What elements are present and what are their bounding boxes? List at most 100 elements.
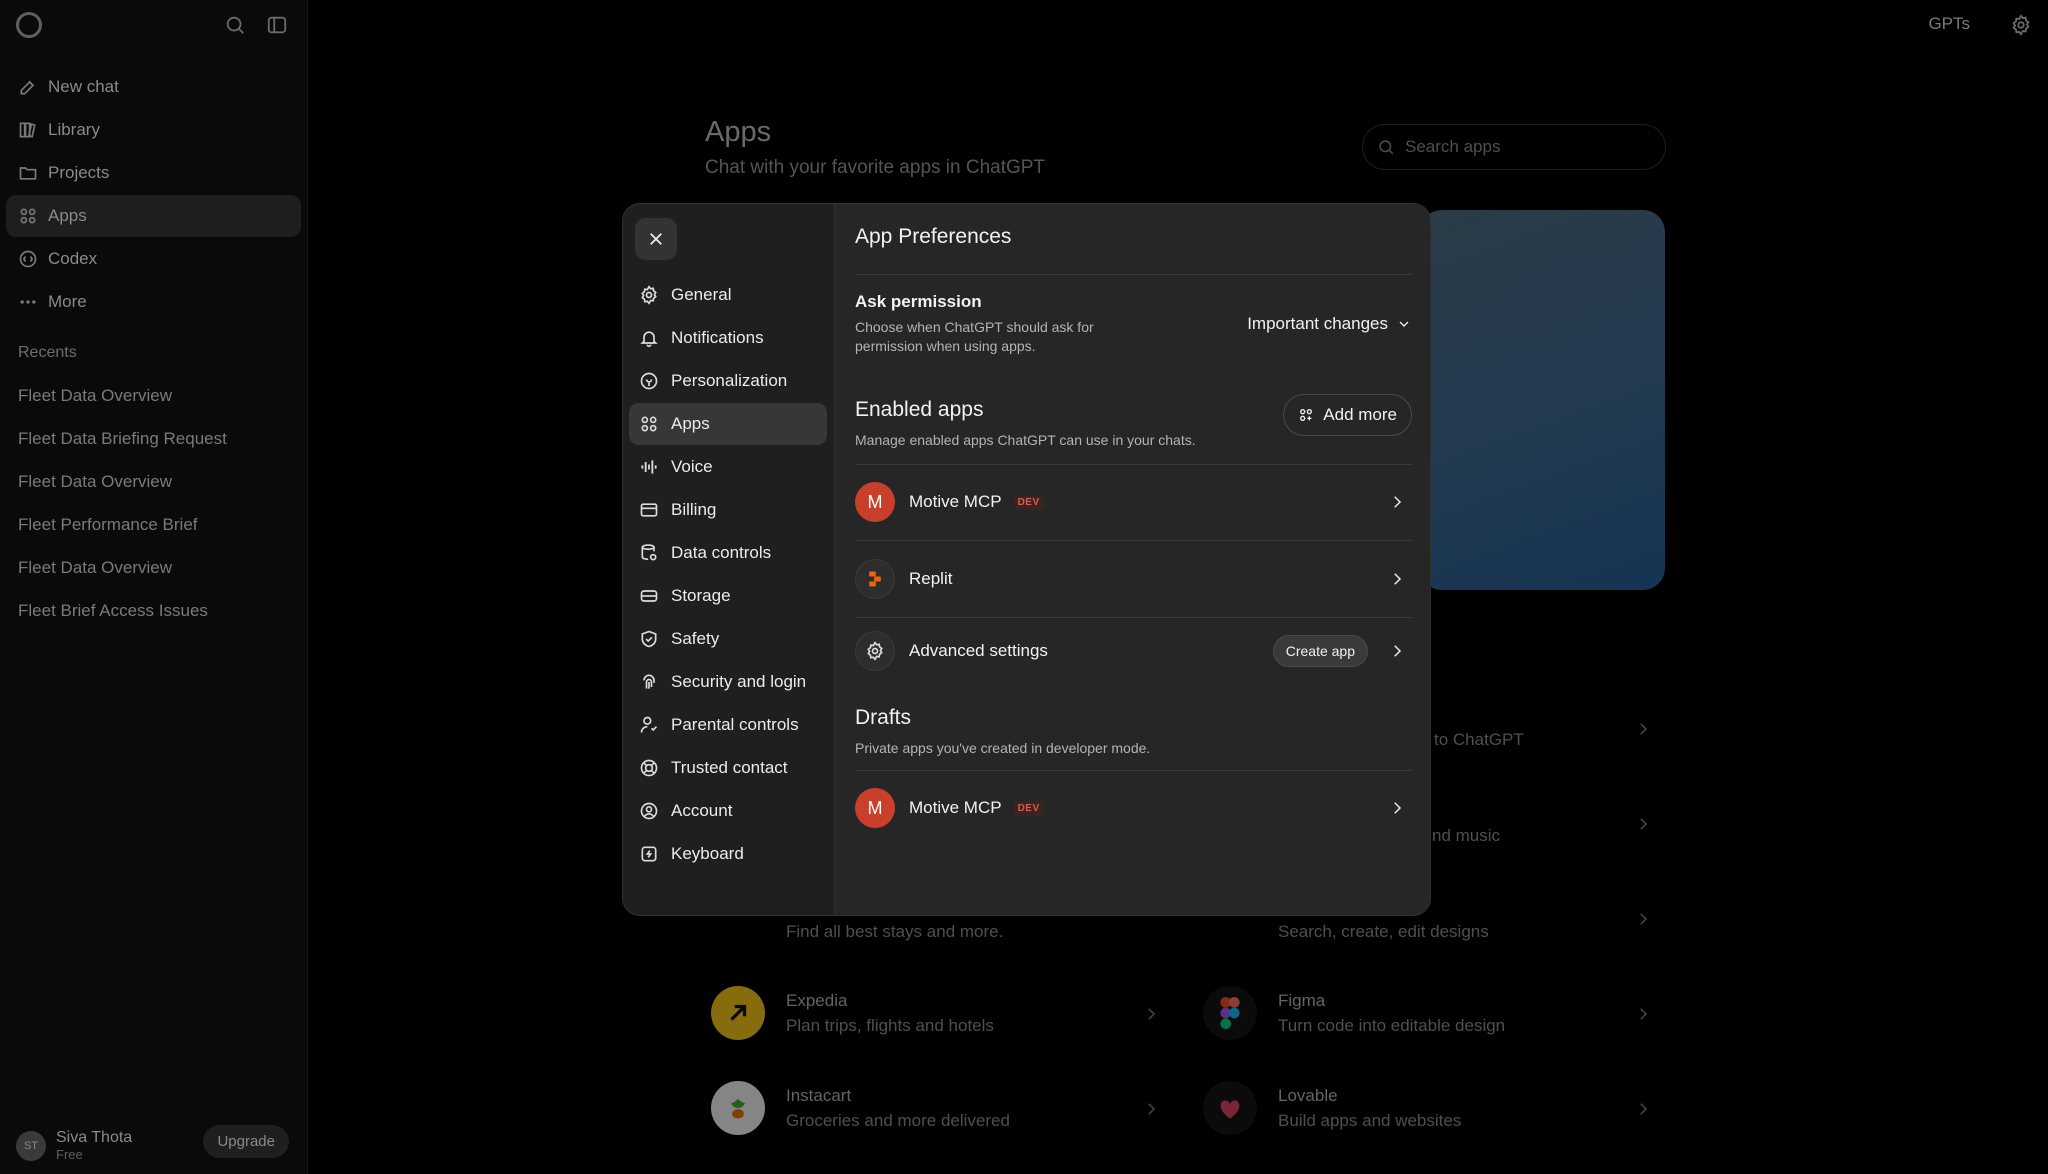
app-description: Groceries and more delivered	[786, 1110, 1010, 1130]
advanced-settings-icon	[855, 631, 895, 671]
app-root: New chat Library Projects Apps Codex Mor…	[0, 0, 2048, 1174]
sidebar-item-apps[interactable]: Apps	[6, 195, 301, 237]
sidebar-toggle-icon[interactable]	[266, 14, 288, 36]
storage-icon	[640, 590, 658, 602]
recent-chat[interactable]: Fleet Data Overview	[18, 546, 227, 589]
app-card-expedia[interactable]: Expedia Plan trips, flights and hotels	[711, 986, 994, 1040]
app-card-lovable[interactable]: Lovable Build apps and websites	[1203, 1081, 1461, 1135]
settings-item-safety[interactable]: Safety	[629, 618, 827, 660]
sidebar-item-codex[interactable]: Codex	[6, 238, 301, 280]
add-more-button[interactable]: Add more	[1283, 394, 1412, 436]
settings-item-notifications[interactable]: Notifications	[629, 317, 827, 359]
lovable-icon	[1203, 1081, 1257, 1135]
app-description: Turn code into editable design	[1278, 1015, 1506, 1035]
settings-item-account[interactable]: Account	[629, 790, 827, 832]
settings-item-security[interactable]: Security and login	[629, 661, 827, 703]
settings-item-voice[interactable]: Voice	[629, 446, 827, 488]
user-name: Siva Thota	[56, 1129, 133, 1146]
featured-banner[interactable]	[1420, 210, 1665, 590]
recent-chat[interactable]: Fleet Data Briefing Request	[18, 417, 227, 460]
recent-chat[interactable]: Fleet Data Overview	[18, 460, 227, 503]
app-description: to ChatGPT	[1434, 730, 1524, 749]
settings-item-label: Personalization	[671, 371, 788, 390]
chevron-right-icon[interactable]	[1634, 815, 1652, 833]
settings-item-label: Trusted contact	[671, 758, 788, 777]
app-name: Figma	[1278, 990, 1326, 1010]
shield-icon	[641, 630, 657, 648]
chevron-right-icon[interactable]	[1634, 1100, 1652, 1118]
replit-icon	[855, 559, 895, 599]
app-card-figma[interactable]: Figma Turn code into editable design	[1203, 986, 1505, 1040]
settings-item-apps[interactable]: Apps	[629, 403, 827, 445]
sidebar-item-projects[interactable]: Projects	[6, 152, 301, 194]
settings-item-general[interactable]: General	[629, 274, 827, 316]
ask-permission-title: Ask permission	[855, 292, 982, 311]
search-input[interactable]: Search apps	[1362, 124, 1666, 170]
app-name: Instacart	[786, 1085, 852, 1105]
settings-item-label: Data controls	[671, 543, 772, 562]
chevron-right-icon[interactable]	[1142, 1100, 1160, 1118]
app-description: Plan trips, flights and hotels	[786, 1015, 994, 1035]
add-more-label: Add more	[1323, 405, 1397, 424]
settings-item-parental-controls[interactable]: Parental controls	[629, 704, 827, 746]
settings-item-data-controls[interactable]: Data controls	[629, 532, 827, 574]
drafts-description: Private apps you've created in developer…	[855, 740, 1151, 756]
chevron-right-icon[interactable]	[1634, 720, 1652, 738]
app-row-name: Motive MCP	[909, 798, 1002, 817]
app-row-replit[interactable]: Replit	[855, 550, 1412, 608]
app-row-advanced-settings[interactable]: Advanced settings Create app	[855, 622, 1412, 680]
library-icon	[19, 122, 36, 138]
settings-item-trusted-contact[interactable]: Trusted contact	[629, 747, 827, 789]
settings-item-keyboard[interactable]: Keyboard	[629, 833, 827, 875]
settings-item-billing[interactable]: Billing	[629, 489, 827, 531]
sidebar-top	[16, 12, 291, 38]
keyboard-icon	[641, 846, 657, 862]
settings-item-label: Voice	[671, 457, 713, 476]
close-button[interactable]	[635, 218, 677, 260]
openai-logo-icon[interactable]	[16, 12, 42, 38]
chevron-right-icon	[1394, 802, 1402, 814]
app-row-motive-mcp[interactable]: M Motive MCP DEV	[855, 473, 1412, 531]
recent-chat[interactable]: Fleet Data Overview	[18, 374, 227, 417]
drafts-title: Drafts	[855, 706, 912, 729]
app-row-name: Advanced settings	[909, 641, 1048, 660]
chevron-right-icon[interactable]	[1634, 1005, 1652, 1023]
motive-avatar: M	[855, 482, 895, 522]
app-card-instacart[interactable]: Instacart Groceries and more delivered	[711, 1081, 1010, 1135]
divider	[855, 464, 1412, 465]
draft-row-motive-mcp[interactable]: M Motive MCP DEV	[855, 779, 1412, 837]
sidebar-item-library[interactable]: Library	[6, 109, 301, 151]
settings-item-label: Apps	[671, 414, 710, 433]
create-app-button[interactable]: Create app	[1272, 635, 1368, 667]
settings-sidebar: General Notifications Personalization Ap…	[623, 204, 835, 915]
recent-chat[interactable]: Fleet Brief Access Issues	[18, 589, 227, 632]
sidebar-item-label: More	[48, 292, 87, 311]
fingerprint-icon	[643, 674, 655, 689]
gpts-link[interactable]: GPTs	[1928, 14, 1970, 34]
sidebar-item-more[interactable]: More	[6, 281, 301, 323]
page-subtitle: Chat with your favorite apps in ChatGPT	[705, 157, 1046, 178]
search-icon[interactable]	[224, 14, 246, 36]
user-info: Siva Thota Free	[56, 1129, 132, 1162]
gear-icon[interactable]	[2010, 14, 2032, 36]
settings-item-label: Account	[671, 801, 733, 820]
chevron-right-icon[interactable]	[1634, 910, 1652, 928]
upgrade-button[interactable]: Upgrade	[203, 1125, 289, 1158]
chevron-right-icon[interactable]	[1142, 1005, 1160, 1023]
app-card-text: Expedia Plan trips, flights and hotels	[786, 991, 994, 1036]
ask-permission-select[interactable]: Important changes	[1247, 314, 1412, 334]
settings-item-label: Notifications	[671, 328, 764, 347]
voice-icon	[641, 460, 657, 474]
user-profile[interactable]: ST Siva Thota Free	[16, 1129, 132, 1162]
sidebar-item-new-chat[interactable]: New chat	[6, 66, 301, 108]
recents-title: Recents	[18, 344, 77, 361]
app-description: Search, create, edit designs	[1278, 922, 1489, 941]
sidebar-item-label: Apps	[48, 206, 87, 225]
sidebar-item-label: Codex	[48, 249, 98, 268]
settings-item-label: Parental controls	[671, 715, 799, 734]
settings-item-personalization[interactable]: Personalization	[629, 360, 827, 402]
recent-chat[interactable]: Fleet Performance Brief	[18, 503, 227, 546]
modal-title: App Preferences	[855, 225, 1012, 248]
settings-item-label: Billing	[671, 500, 717, 519]
settings-item-storage[interactable]: Storage	[629, 575, 827, 617]
